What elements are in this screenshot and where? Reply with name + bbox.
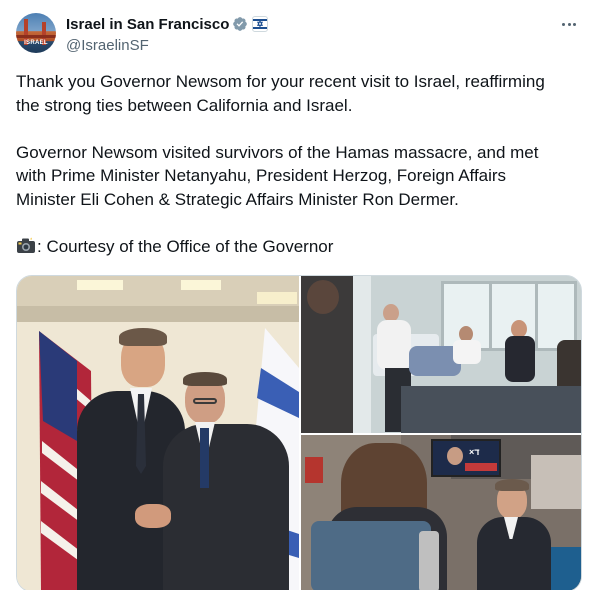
camera-icon	[16, 237, 36, 254]
verified-icon[interactable]	[232, 16, 248, 32]
government-affiliation-icon[interactable]	[252, 16, 269, 32]
credit-text: : Courtesy of the Office of the Governor	[37, 236, 334, 256]
avatar[interactable]: ISRAEL	[16, 13, 56, 53]
display-name[interactable]: Israel in San Francisco	[66, 16, 229, 33]
tweet-card: ISRAEL Israel in San Francisco @Israelin…	[0, 0, 594, 590]
more-options-icon[interactable]	[558, 13, 580, 35]
avatar-text: ISRAEL	[24, 40, 48, 46]
tv-screen-text: ×ד	[469, 447, 480, 457]
tweet-text: Thank you Governor Newsom for your recen…	[16, 70, 576, 258]
media-grid: ×ד	[16, 275, 582, 590]
paragraph-visit: Governor Newsom visited survivors of the…	[16, 142, 539, 209]
hospital-visit-photo[interactable]	[301, 276, 581, 433]
handle[interactable]: @IsraelinSF	[66, 37, 268, 54]
author-names: Israel in San Francisco @IsraelinSF	[66, 14, 269, 54]
paragraph-thanks: Thank you Governor Newsom for your recen…	[16, 72, 545, 115]
tweet-header: ISRAEL Israel in San Francisco @Israelin…	[16, 13, 580, 55]
paragraph-credit: : Courtesy of the Office of the Governor	[16, 235, 576, 259]
handshake-photo[interactable]	[17, 276, 299, 590]
survivor-meeting-photo[interactable]: ×ד	[301, 435, 581, 590]
